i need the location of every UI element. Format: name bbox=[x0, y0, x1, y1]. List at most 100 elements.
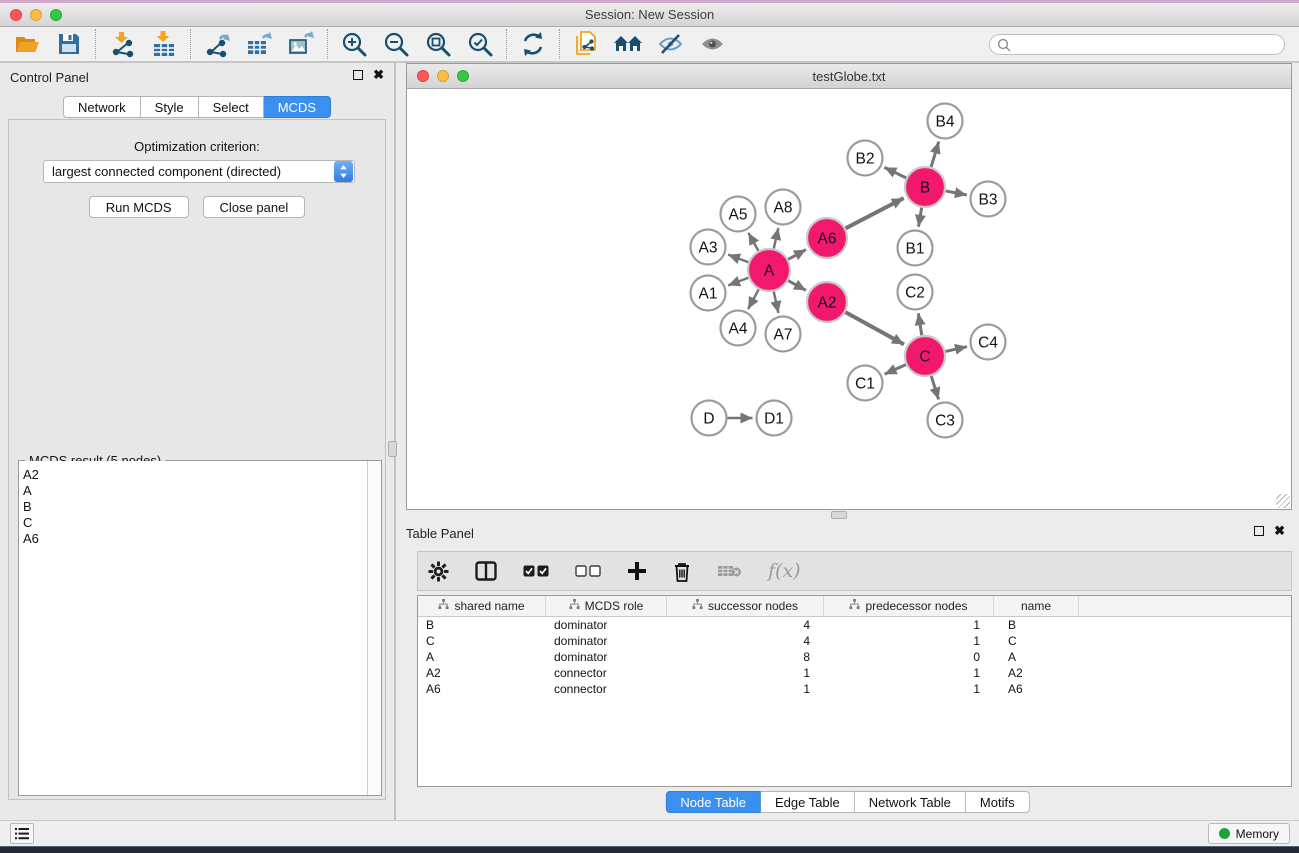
graph-node-A8[interactable]: A8 bbox=[766, 190, 801, 225]
table-cell[interactable]: 1 bbox=[667, 665, 824, 681]
refresh-layout-icon[interactable] bbox=[512, 28, 554, 60]
network-canvas[interactable]: B4B2BB3A8A5A6B1A3AA1C2A2A4A7C4CC1C3DD1 bbox=[407, 89, 1291, 509]
delete-table-icon[interactable] bbox=[717, 564, 742, 578]
graph-node-A3[interactable]: A3 bbox=[691, 230, 726, 265]
delete-column-icon[interactable] bbox=[673, 561, 691, 582]
table-cell[interactable]: connector bbox=[546, 665, 667, 681]
horizontal-divider-grip[interactable] bbox=[831, 511, 847, 519]
column-header-name[interactable]: name bbox=[994, 596, 1079, 616]
graph-node-C2[interactable]: C2 bbox=[898, 275, 933, 310]
graph-node-C4[interactable]: C4 bbox=[971, 325, 1006, 360]
graph-edge-A-A7[interactable] bbox=[774, 291, 779, 313]
table-cell[interactable]: 1 bbox=[824, 681, 994, 697]
gear-icon[interactable] bbox=[428, 561, 449, 582]
import-network-icon[interactable] bbox=[101, 28, 143, 60]
import-table-icon[interactable] bbox=[143, 28, 185, 60]
graph-edge-B-B1[interactable] bbox=[918, 208, 921, 227]
table-cell[interactable]: connector bbox=[546, 681, 667, 697]
graph-edge-B-B2[interactable] bbox=[884, 167, 906, 178]
graph-node-A5[interactable]: A5 bbox=[721, 197, 756, 232]
mcds-result-item[interactable]: A bbox=[19, 483, 367, 499]
table-cell[interactable]: C bbox=[994, 633, 1079, 649]
table-cell[interactable]: A bbox=[994, 649, 1079, 665]
graph-edge-B-B4[interactable] bbox=[931, 142, 939, 167]
network-minimize-button[interactable] bbox=[437, 70, 449, 82]
graph-edge-C-C4[interactable] bbox=[945, 347, 967, 352]
table-cell[interactable]: B bbox=[994, 617, 1079, 633]
table-row[interactable]: Bdominator41B bbox=[418, 617, 1291, 633]
mcds-result-item[interactable]: A2 bbox=[19, 467, 367, 483]
zoom-in-icon[interactable] bbox=[333, 28, 375, 60]
vertical-divider-grip[interactable] bbox=[388, 441, 397, 457]
graph-edge-A6-B[interactable] bbox=[846, 198, 904, 228]
table-cell[interactable]: B bbox=[418, 617, 546, 633]
graph-edge-C-C1[interactable] bbox=[885, 365, 906, 375]
graph-node-B1[interactable]: B1 bbox=[898, 231, 933, 266]
graph-edge-A-A5[interactable] bbox=[748, 233, 758, 251]
tab-network-table[interactable]: Network Table bbox=[855, 791, 966, 813]
float-panel-icon[interactable] bbox=[353, 70, 363, 80]
network-zoom-button[interactable] bbox=[457, 70, 469, 82]
eye-slash-icon[interactable] bbox=[649, 28, 691, 60]
search-input[interactable] bbox=[989, 34, 1285, 55]
graph-edge-A-A8[interactable] bbox=[774, 228, 779, 249]
criterion-dropdown[interactable]: largest connected component (directed) bbox=[43, 160, 355, 183]
zoom-fit-icon[interactable] bbox=[417, 28, 459, 60]
graph-node-B2[interactable]: B2 bbox=[848, 141, 883, 176]
graph-edge-B-B3[interactable] bbox=[946, 191, 967, 195]
table-cell[interactable]: A6 bbox=[418, 681, 546, 697]
graph-node-A7[interactable]: A7 bbox=[766, 317, 801, 352]
column-header-successor-nodes[interactable]: successor nodes bbox=[667, 596, 824, 616]
eye-icon[interactable] bbox=[691, 28, 733, 60]
graph-edge-C-C2[interactable] bbox=[918, 313, 921, 335]
graph-node-B[interactable]: B bbox=[905, 167, 945, 207]
close-window-button[interactable] bbox=[10, 9, 22, 21]
function-builder-icon[interactable]: f(x) bbox=[768, 560, 801, 582]
table-cell[interactable]: 1 bbox=[667, 681, 824, 697]
homes-icon[interactable] bbox=[607, 28, 649, 60]
table-cell[interactable]: 4 bbox=[667, 617, 824, 633]
graph-node-B4[interactable]: B4 bbox=[928, 104, 963, 139]
mcds-result-item[interactable]: B bbox=[19, 499, 367, 515]
table-cell[interactable]: 8 bbox=[667, 649, 824, 665]
mcds-list-scrollbar[interactable] bbox=[367, 461, 381, 795]
close-panel-button[interactable]: Close panel bbox=[203, 196, 306, 218]
table-cell[interactable]: 1 bbox=[824, 617, 994, 633]
minimize-window-button[interactable] bbox=[30, 9, 42, 21]
graph-node-A2[interactable]: A2 bbox=[807, 282, 847, 322]
zoom-selected-icon[interactable] bbox=[459, 28, 501, 60]
export-table-icon[interactable] bbox=[238, 28, 280, 60]
column-header-predecessor-nodes[interactable]: predecessor nodes bbox=[824, 596, 994, 616]
table-cell[interactable]: A2 bbox=[994, 665, 1079, 681]
select-all-checkboxes-icon[interactable] bbox=[523, 565, 549, 577]
table-cell[interactable]: 0 bbox=[824, 649, 994, 665]
task-list-button[interactable] bbox=[10, 823, 34, 844]
network-document-icon[interactable] bbox=[565, 28, 607, 60]
save-session-icon[interactable] bbox=[48, 28, 90, 60]
add-column-icon[interactable] bbox=[627, 561, 647, 581]
table-cell[interactable]: dominator bbox=[546, 633, 667, 649]
graph-edge-A-A2[interactable] bbox=[788, 281, 806, 291]
graph-edge-A-A3[interactable] bbox=[728, 255, 748, 263]
window-resize-grip[interactable] bbox=[1276, 494, 1290, 508]
graph-node-A1[interactable]: A1 bbox=[691, 276, 726, 311]
graph-edge-A-A6[interactable] bbox=[788, 250, 806, 260]
table-cell[interactable]: 1 bbox=[824, 633, 994, 649]
graph-edge-A-A1[interactable] bbox=[728, 278, 748, 286]
unselect-all-checkboxes-icon[interactable] bbox=[575, 565, 601, 577]
tab-select[interactable]: Select bbox=[199, 96, 264, 118]
close-table-panel-icon[interactable]: ✖ bbox=[1274, 526, 1285, 536]
graph-edge-A-A4[interactable] bbox=[748, 289, 758, 309]
close-panel-icon[interactable]: ✖ bbox=[373, 70, 384, 80]
float-table-panel-icon[interactable] bbox=[1254, 526, 1264, 536]
tab-node-table[interactable]: Node Table bbox=[665, 791, 761, 813]
zoom-window-button[interactable] bbox=[50, 9, 62, 21]
column-header-mcds-role[interactable]: MCDS role bbox=[546, 596, 667, 616]
graph-edge-C-C3[interactable] bbox=[931, 376, 938, 399]
export-image-icon[interactable] bbox=[280, 28, 322, 60]
table-cell[interactable]: 1 bbox=[824, 665, 994, 681]
table-cell[interactable]: C bbox=[418, 633, 546, 649]
graph-node-C1[interactable]: C1 bbox=[848, 366, 883, 401]
open-file-icon[interactable] bbox=[6, 28, 48, 60]
table-cell[interactable]: A bbox=[418, 649, 546, 665]
